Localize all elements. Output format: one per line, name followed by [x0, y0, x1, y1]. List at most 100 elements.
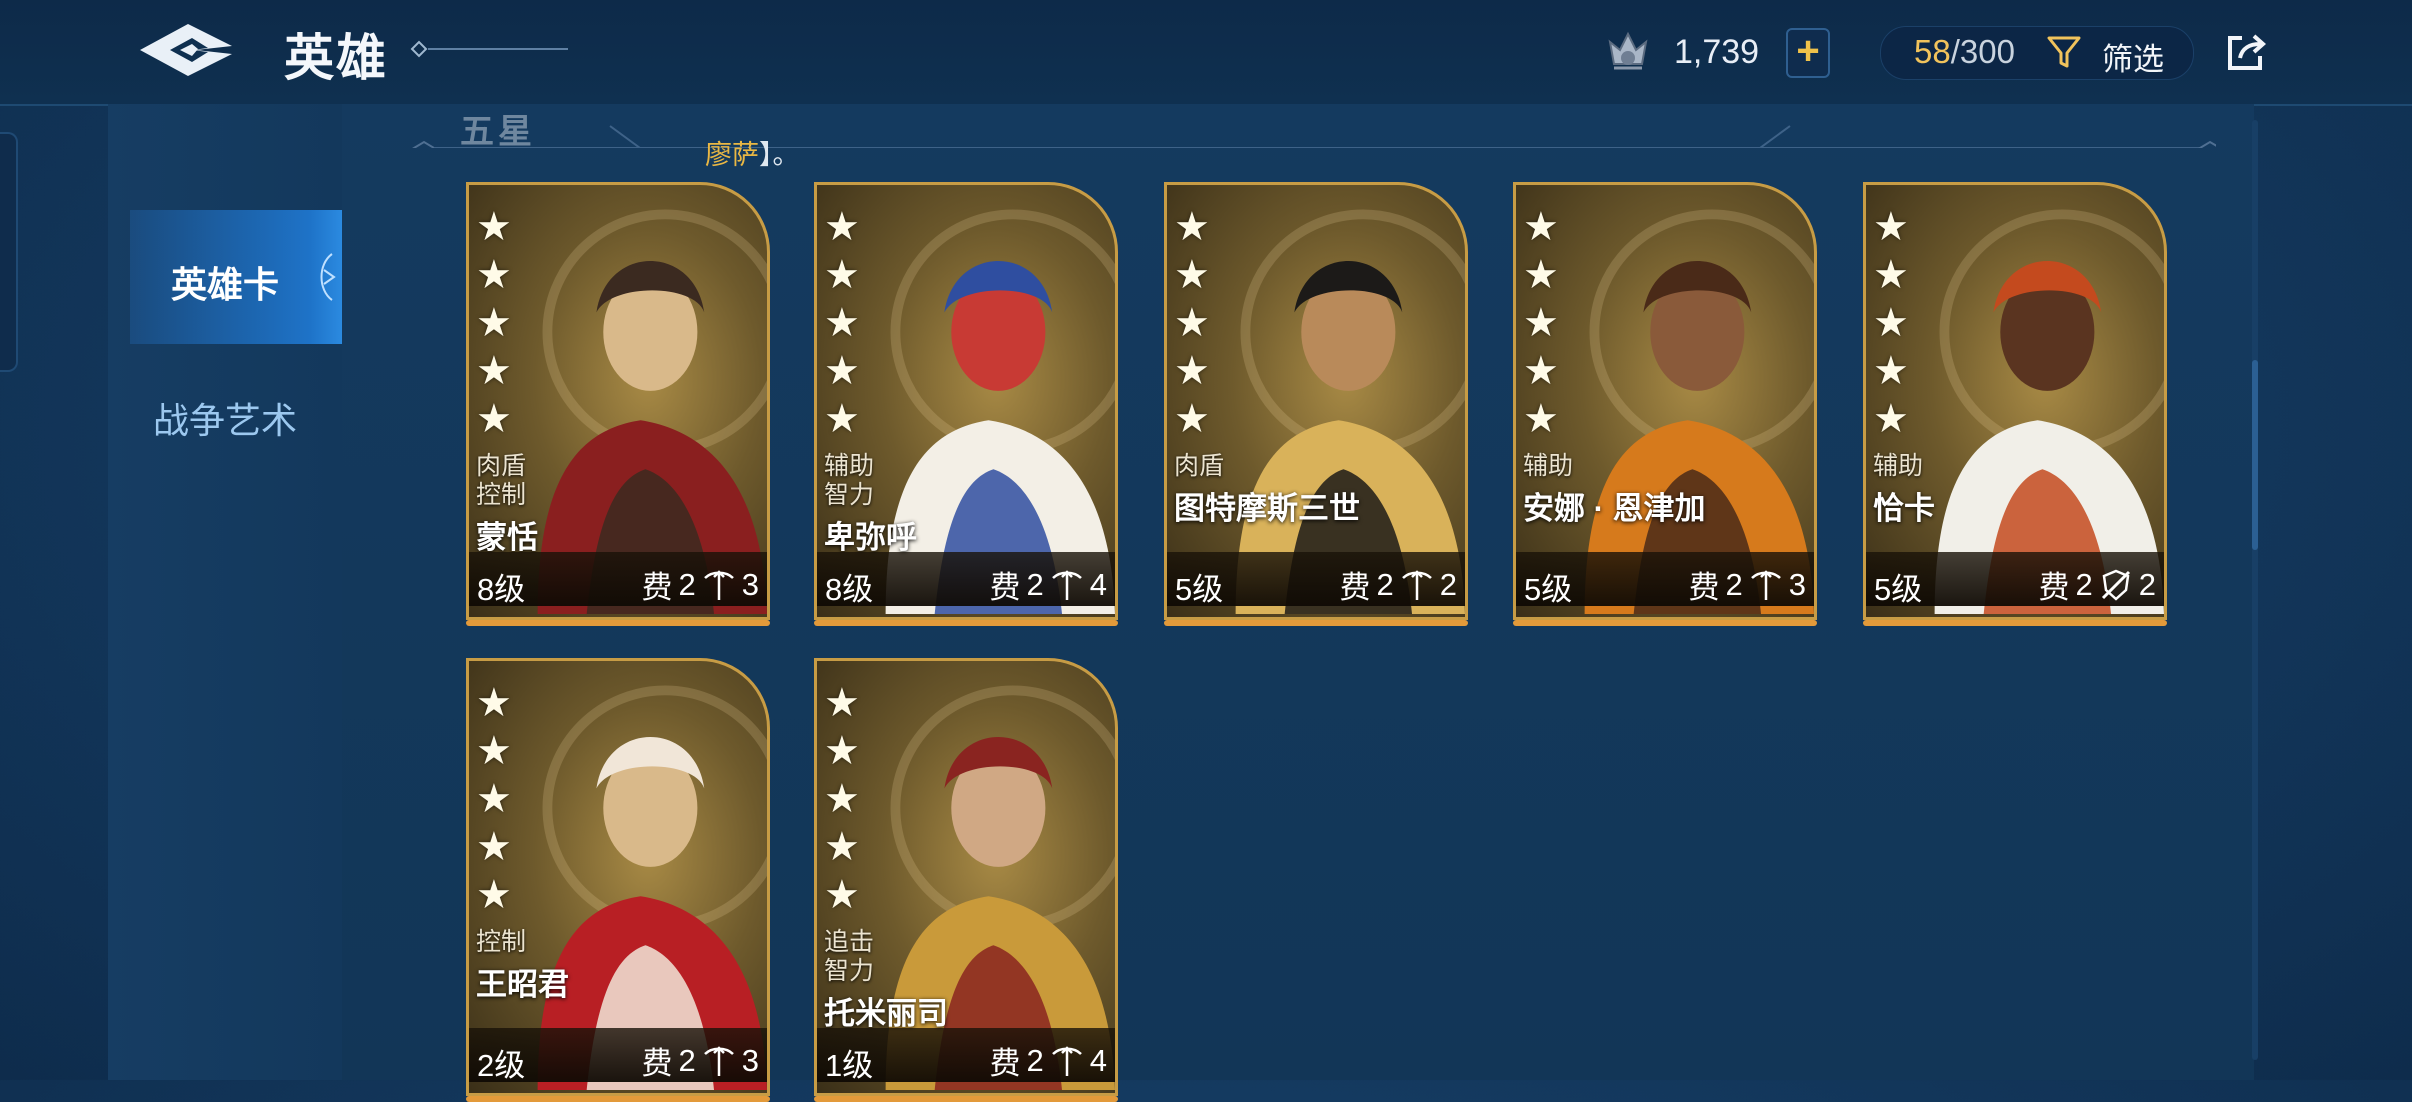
cost-value: 2: [2075, 566, 2093, 602]
star-icon: ★: [824, 777, 860, 821]
star-icon: ★: [476, 397, 512, 441]
hero-stat-bar: 8级 费 2 4: [817, 552, 1115, 607]
crossbow-icon: [1401, 569, 1432, 600]
unit-value: 2: [2138, 566, 2156, 602]
hero-cost: 费 2 2: [2039, 562, 2157, 607]
side-drawer-handle[interactable]: [0, 132, 18, 372]
hero-stat-bar: 2级 费 2 3: [469, 1028, 767, 1083]
star-icon: ★: [824, 349, 860, 393]
filter-icon[interactable]: [2046, 34, 2082, 70]
hero-card[interactable]: ★ ★ ★ ★ ★ 辅助 安娜 · 恩津加 5级 费 2 3: [1513, 182, 1817, 626]
hero-portrait: [537, 685, 767, 1091]
hero-roles: 追击 智力: [824, 928, 874, 986]
hero-stat-bar: 5级 费 2 2: [1866, 552, 2164, 607]
section-title: 五星: [460, 113, 536, 151]
hero-role: 智力: [824, 957, 875, 985]
page-title: 英雄: [284, 30, 388, 86]
scroll-track: [2252, 120, 2258, 1060]
hero-role: 肉盾: [476, 452, 527, 480]
unit-value: 4: [1089, 1042, 1107, 1078]
hero-card[interactable]: ★ ★ ★ ★ ★ 追击 智力 托米丽司 1级 费 2 4: [814, 658, 1118, 1102]
star-icon: ★: [1523, 301, 1559, 345]
crossbow-icon: [703, 569, 734, 600]
hero-level: 2级: [477, 1048, 526, 1083]
card-glow: [1164, 620, 1468, 626]
cost-value: 2: [678, 566, 696, 602]
notice-highlight: 廖萨: [705, 140, 759, 170]
star-icon: ★: [824, 205, 860, 249]
hero-roles: 辅助: [1523, 452, 1573, 481]
star-icon: ★: [1873, 253, 1909, 297]
cost-value: 2: [1376, 566, 1394, 602]
hero-card[interactable]: ★ ★ ★ ★ ★ 辅助 智力 卑弥呼 8级 费 2 4: [814, 182, 1118, 626]
unit-value: 3: [1788, 566, 1806, 602]
card-glow: [814, 620, 1118, 626]
hero-card[interactable]: ★ ★ ★ ★ ★ 肉盾 控制 蒙恬 8级 费 2 3: [466, 182, 770, 626]
currency-amount: 1,739: [1674, 32, 1760, 71]
tab-hero-cards[interactable]: 英雄卡: [130, 210, 346, 344]
hero-portrait: [1235, 209, 1465, 615]
hero-stat-bar: 5级 费 2 3: [1516, 552, 1814, 607]
card-glow: [466, 1096, 770, 1102]
hero-cost: 费 2 4: [990, 562, 1108, 607]
hero-level: 1级: [825, 1048, 874, 1083]
hero-capacity: 58/300: [1914, 33, 2015, 71]
hero-card[interactable]: ★ ★ ★ ★ ★ 肉盾 图特摩斯三世 5级 费 2 2: [1164, 182, 1468, 626]
hero-card[interactable]: ★ ★ ★ ★ ★ 辅助 恰卡 5级 费 2 2: [1863, 182, 2167, 626]
unit-value: 3: [741, 566, 759, 602]
tab-label: 英雄卡: [170, 264, 279, 305]
cost-label: 费: [2038, 570, 2070, 605]
star-icon: ★: [1523, 349, 1559, 393]
star-icon: ★: [824, 397, 860, 441]
cost-label: 费: [1688, 570, 1720, 605]
star-icon: ★: [1873, 205, 1909, 249]
star-rating: ★ ★ ★ ★ ★: [476, 205, 512, 441]
star-icon: ★: [476, 729, 512, 773]
star-icon: ★: [824, 825, 860, 869]
hero-role: 肉盾: [1174, 452, 1225, 480]
hero-portrait: [1934, 209, 2164, 615]
hero-level: 5级: [1524, 572, 1573, 607]
star-icon: ★: [1174, 349, 1210, 393]
hero-name: 托米丽司: [824, 996, 948, 1031]
hero-name: 卑弥呼: [824, 520, 917, 555]
hero-cost: 费 2 4: [990, 1038, 1108, 1083]
star-icon: ★: [1174, 301, 1210, 345]
section-divider: [412, 125, 2216, 148]
tab-art-of-war[interactable]: 战争艺术: [130, 346, 342, 480]
star-rating: ★ ★ ★ ★ ★: [824, 683, 860, 915]
add-currency-button[interactable]: +: [1786, 28, 1830, 78]
tab-label: 战争艺术: [152, 400, 297, 441]
back-button[interactable]: [136, 18, 240, 82]
star-rating: ★ ★ ★ ★ ★: [1174, 205, 1210, 439]
star-icon: ★: [824, 253, 860, 297]
star-icon: ★: [476, 205, 512, 249]
star-icon: ★: [476, 681, 512, 725]
cost-value: 2: [1026, 1042, 1044, 1078]
unit-value: 4: [1089, 566, 1107, 602]
hero-name: 恰卡: [1873, 491, 1935, 526]
notice-text: 廖萨】。: [705, 133, 800, 172]
star-icon: ★: [1174, 253, 1210, 297]
star-icon: ★: [1523, 253, 1559, 297]
notice-suffix: 】。: [759, 140, 800, 170]
star-rating: ★ ★ ★ ★ ★: [1873, 205, 1909, 439]
star-icon: ★: [476, 777, 512, 821]
cost-value: 2: [678, 1042, 696, 1078]
star-rating: ★ ★ ★ ★ ★: [476, 681, 512, 917]
star-icon: ★: [476, 253, 512, 297]
hero-roles: 肉盾 控制: [476, 452, 526, 510]
filter-button[interactable]: 筛选: [2102, 34, 2164, 79]
star-icon: ★: [1523, 397, 1559, 441]
title-decoration: [410, 40, 568, 58]
star-icon: ★: [1174, 205, 1210, 249]
hero-role: 辅助: [824, 452, 875, 480]
back-arrow-icon: [140, 24, 232, 76]
scrollbar-thumb[interactable]: [2252, 360, 2258, 550]
share-icon[interactable]: [2224, 30, 2268, 74]
hero-card[interactable]: ★ ★ ★ ★ ★ 控制 王昭君 2级 费 2 3: [466, 658, 770, 1102]
hero-name: 王昭君: [476, 967, 569, 1002]
cost-value: 2: [1725, 566, 1743, 602]
star-icon: ★: [476, 873, 512, 917]
hero-level: 8级: [477, 572, 526, 607]
